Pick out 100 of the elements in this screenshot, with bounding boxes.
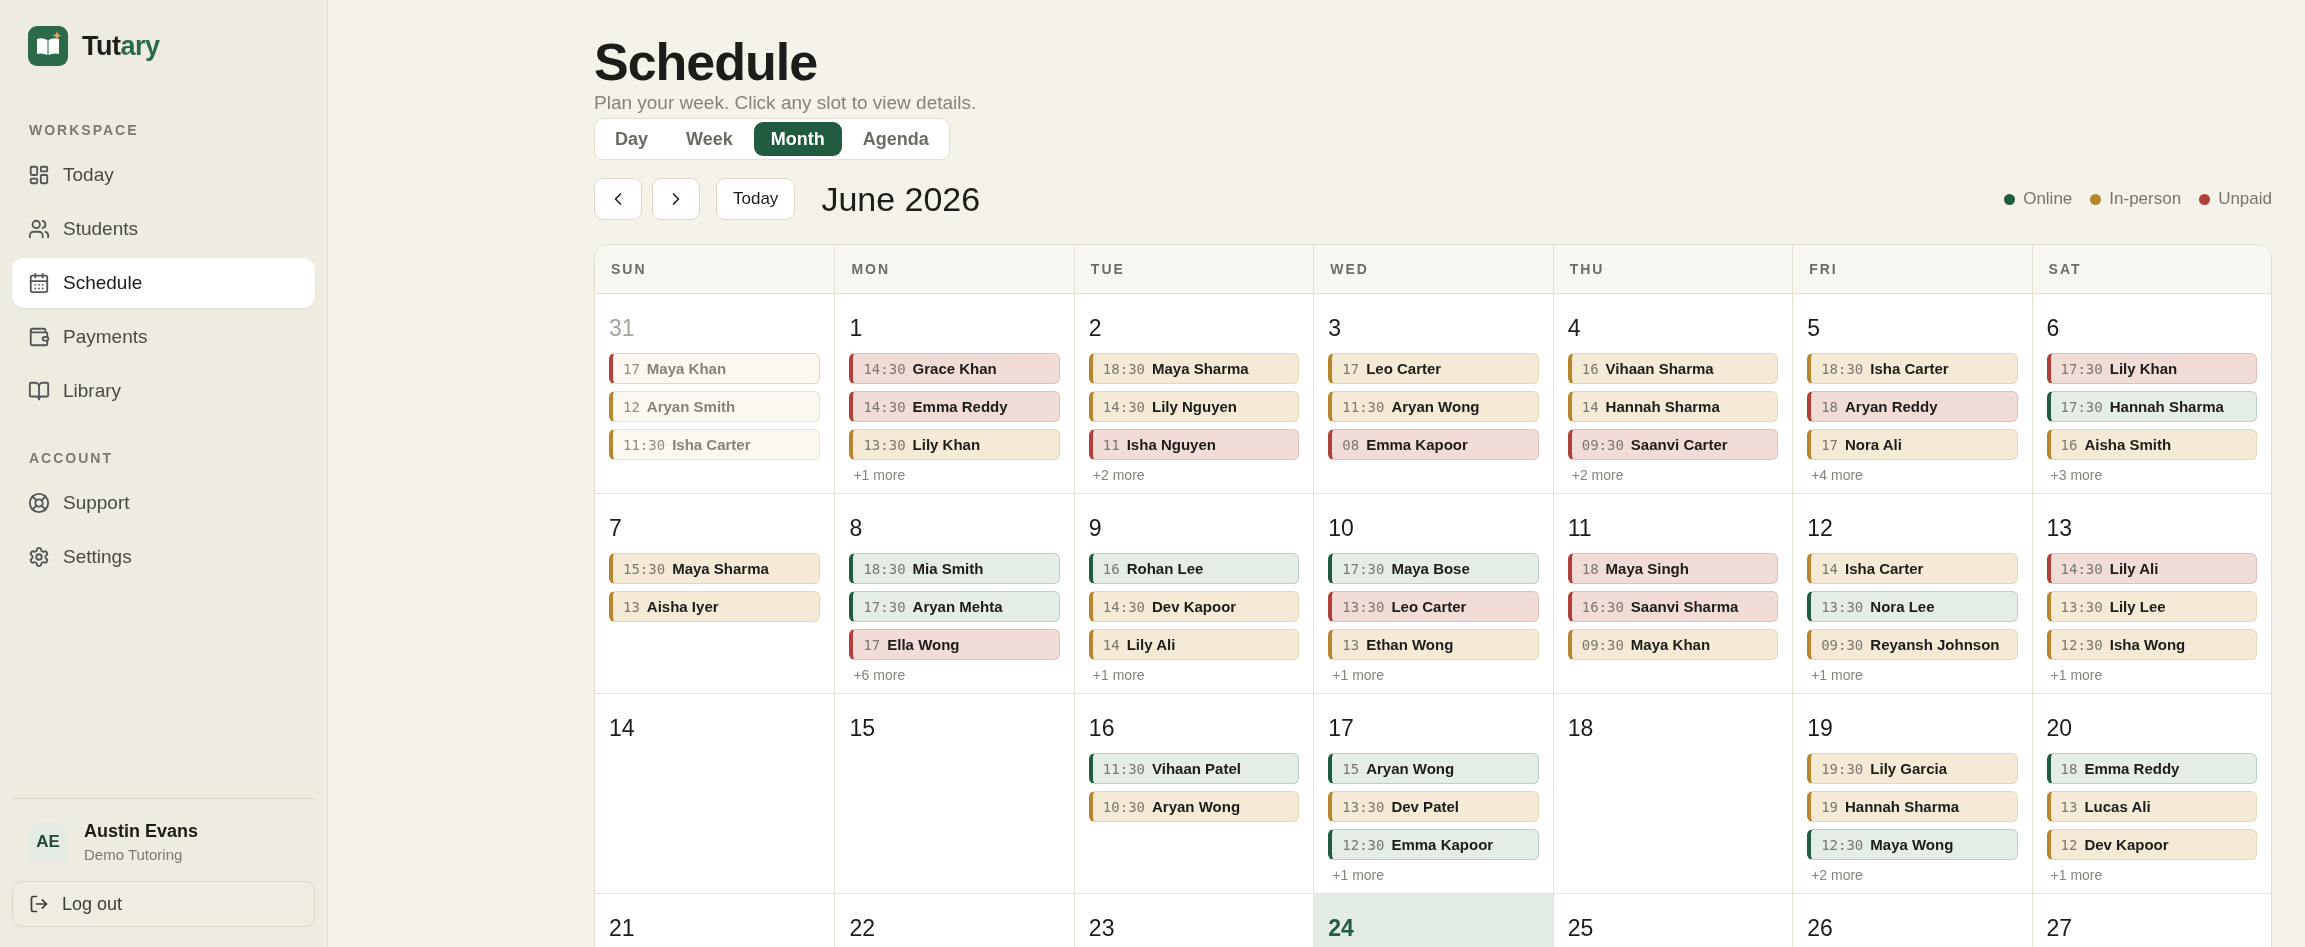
day-cell[interactable]: 3 17 Leo Carter 11:30 Aryan Wong 08 Emma Kapoor [1313,294,1553,494]
more-link[interactable]: +2 more [1088,467,1300,483]
day-cell[interactable]: 15 [834,694,1074,894]
lesson-chip[interactable]: 14:30 Dev Kapoor [1088,591,1300,622]
day-cell[interactable]: 6 17:30 Lily Khan 17:30 Hannah Sharma 16 Aisha Smith +3 more [2031,294,2271,494]
lesson-chip[interactable]: 12:30 Maya Wong [1807,829,2018,860]
day-cell[interactable]: 10 17:30 Maya Bose 13:30 Leo Carter 13 Ethan Wong +1 more [1313,494,1553,694]
lesson-chip[interactable]: 17 Nora Ali [1807,429,2018,460]
day-cell[interactable]: 20 18 Emma Reddy 13 Lucas Ali 12 Dev Kapoor +1 more [2031,694,2271,894]
day-cell[interactable]: 13 14:30 Lily Ali 13:30 Lily Lee 12:30 Isha Wong +1 more [2031,494,2271,694]
day-cell[interactable]: 8 18:30 Mia Smith 17:30 Aryan Mehta 17 Ella Wong +6 more [834,494,1074,694]
lesson-chip[interactable]: 14:30 Lily Nguyen [1088,391,1300,422]
lesson-chip[interactable]: 18:30 Isha Carter [1807,353,2018,384]
lesson-chip[interactable]: 14 Hannah Sharma [1567,391,1779,422]
nav-item[interactable]: Schedule [12,258,315,308]
lesson-chip[interactable]: 09:30 Reyansh Johnson [1807,629,2018,660]
more-link[interactable]: +1 more [1328,667,1539,683]
lesson-chip[interactable]: 14:30 Emma Reddy [849,391,1060,422]
more-link[interactable]: +1 more [2046,667,2257,683]
lesson-chip[interactable]: 18 Aryan Reddy [1807,391,2018,422]
lesson-chip[interactable]: 10:30 Aryan Wong [1088,791,1300,822]
next-button[interactable] [652,178,700,220]
day-number: 20 [2046,714,2074,742]
lesson-chip[interactable]: 12:30 Isha Wong [2046,629,2257,660]
lesson-chip[interactable]: 17:30 Lily Khan [2046,353,2257,384]
lesson-chip[interactable]: 18:30 Maya Sharma [1088,353,1300,384]
more-link[interactable]: +1 more [849,467,1060,483]
lesson-chip[interactable]: 13 Lucas Ali [2046,791,2257,822]
day-cell[interactable]: 9 16 Rohan Lee 14:30 Dev Kapoor 14 Lily Ali +1 more [1073,494,1314,694]
lesson-chip[interactable]: 17 Leo Carter [1328,353,1539,384]
lesson-chip[interactable]: 15 Aryan Wong [1328,753,1539,784]
lesson-chip[interactable]: 11:30 Isha Carter [609,429,821,460]
lesson-chip[interactable]: 11 Isha Nguyen [1088,429,1300,460]
logout-button[interactable]: Log out [12,881,315,927]
lesson-chip[interactable]: 17 Ella Wong [849,629,1060,660]
lesson-chip[interactable]: 18:30 Mia Smith [849,553,1060,584]
previous-button[interactable] [594,178,642,220]
view-tab[interactable]: Month [753,122,842,156]
view-tab[interactable]: Week [669,122,750,156]
lesson-chip[interactable]: 14 Isha Carter [1807,553,2018,584]
lesson-chip[interactable]: 14:30 Grace Khan [849,353,1060,384]
lesson-chip[interactable]: 13 Aisha Iyer [609,591,821,622]
nav-item[interactable]: Settings [12,532,315,582]
nav-item[interactable]: Library [12,366,315,416]
lesson-chip[interactable]: 19 Hannah Sharma [1807,791,2018,822]
lesson-chip[interactable]: 11:30 Vihaan Patel [1088,753,1300,784]
lesson-chip[interactable]: 17:30 Aryan Mehta [849,591,1060,622]
lesson-chip[interactable]: 18 Emma Reddy [2046,753,2257,784]
nav-item[interactable]: Today [12,150,315,200]
lesson-chip[interactable]: 16 Aisha Smith [2046,429,2257,460]
lesson-chip[interactable]: 12:30 Emma Kapoor [1328,829,1539,860]
more-link[interactable]: +1 more [1088,667,1300,683]
nav-item[interactable]: Payments [12,312,315,362]
day-cell[interactable]: 5 18:30 Isha Carter 18 Aryan Reddy 17 Nora Ali +4 more [1792,294,2032,494]
lesson-chip[interactable]: 13:30 Nora Lee [1807,591,2018,622]
day-cell[interactable]: 11 18 Maya Singh 16:30 Saanvi Sharma 09:30 Maya Khan [1552,494,1793,694]
day-cell[interactable]: 4 16 Vihaan Sharma 14 Hannah Sharma 09:30 Saanvi Carter +2 more [1552,294,1793,494]
day-cell[interactable]: 19 19:30 Lily Garcia 19 Hannah Sharma 12:30 Maya Wong +2 more [1792,694,2032,894]
lesson-chip[interactable]: 12 Dev Kapoor [2046,829,2257,860]
lesson-chip[interactable]: 17 Maya Khan [609,353,821,384]
lesson-chip[interactable]: 13:30 Lily Khan [849,429,1060,460]
more-link[interactable]: +3 more [2046,467,2257,483]
more-link[interactable]: +1 more [1328,867,1539,883]
lesson-chip[interactable]: 16 Rohan Lee [1088,553,1300,584]
lesson-chip[interactable]: 09:30 Maya Khan [1567,629,1779,660]
today-button[interactable]: Today [716,178,796,220]
more-link[interactable]: +1 more [1807,667,2018,683]
day-cell[interactable]: 16 11:30 Vihaan Patel 10:30 Aryan Wong [1073,694,1314,894]
more-link[interactable]: +2 more [1807,867,2018,883]
nav-item[interactable]: Support [12,478,315,528]
lesson-chip[interactable]: 16:30 Saanvi Sharma [1567,591,1779,622]
view-tab[interactable]: Day [598,122,666,156]
day-cell[interactable]: 12 14 Isha Carter 13:30 Nora Lee 09:30 Reyansh Johnson +1 more [1792,494,2032,694]
more-link[interactable]: +1 more [2046,867,2257,883]
lesson-chip[interactable]: 11:30 Aryan Wong [1328,391,1539,422]
nav-item[interactable]: Students [12,204,315,254]
more-link[interactable]: +4 more [1807,467,2018,483]
lesson-chip[interactable]: 17:30 Maya Bose [1328,553,1539,584]
lesson-chip[interactable]: 13:30 Lily Lee [2046,591,2257,622]
lesson-chip[interactable]: 14:30 Lily Ali [2046,553,2257,584]
lesson-chip[interactable]: 09:30 Saanvi Carter [1567,429,1779,460]
view-tab[interactable]: Agenda [845,122,946,156]
day-cell[interactable]: 1 14:30 Grace Khan 14:30 Emma Reddy 13:30 Lily Khan +1 more [834,294,1074,494]
lesson-chip[interactable]: 13:30 Dev Patel [1328,791,1539,822]
lesson-chip[interactable]: 17:30 Hannah Sharma [2046,391,2257,422]
lesson-chip[interactable]: 08 Emma Kapoor [1328,429,1539,460]
lesson-chip[interactable]: 13:30 Leo Carter [1328,591,1539,622]
day-cell[interactable]: 2 18:30 Maya Sharma 14:30 Lily Nguyen 11 Isha Nguyen +2 more [1073,294,1314,494]
lesson-chip[interactable]: 16 Vihaan Sharma [1567,353,1779,384]
more-link[interactable]: +2 more [1567,467,1779,483]
lesson-chip[interactable]: 18 Maya Singh [1567,553,1779,584]
lesson-chip[interactable]: 12 Aryan Smith [609,391,821,422]
day-cell[interactable]: 18 [1552,694,1793,894]
lesson-chip[interactable]: 19:30 Lily Garcia [1807,753,2018,784]
day-cell[interactable]: 17 15 Aryan Wong 13:30 Dev Patel 12:30 Emma Kapoor +1 more [1313,694,1553,894]
lesson-chip[interactable]: 15:30 Maya Sharma [609,553,821,584]
more-link[interactable]: +6 more [849,667,1060,683]
lesson-chip[interactable]: 14 Lily Ali [1088,629,1300,660]
day-cell[interactable]: 24 [1313,894,1553,947]
lesson-chip[interactable]: 13 Ethan Wong [1328,629,1539,660]
